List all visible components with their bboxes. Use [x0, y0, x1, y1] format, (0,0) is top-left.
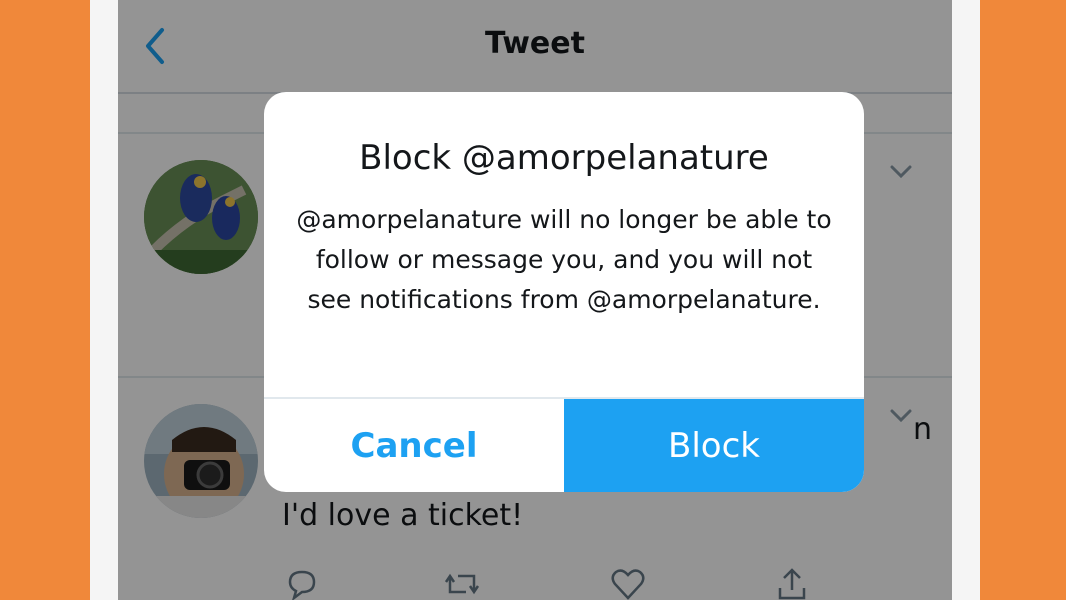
phone-frame: Tweet n I'd love a ticket! Block @amorpe…: [90, 0, 980, 600]
screen: Tweet n I'd love a ticket! Block @amorpe…: [118, 0, 952, 600]
dialog-message: @amorpelanature will no longer be able t…: [296, 205, 832, 314]
block-button[interactable]: Block: [564, 399, 864, 492]
dialog-buttons: Cancel Block: [264, 397, 864, 492]
block-dialog: Block @amorpelanature @amorpelanature wi…: [264, 92, 864, 492]
dialog-title: Block @amorpelanature: [359, 138, 769, 178]
cancel-button[interactable]: Cancel: [264, 399, 564, 492]
